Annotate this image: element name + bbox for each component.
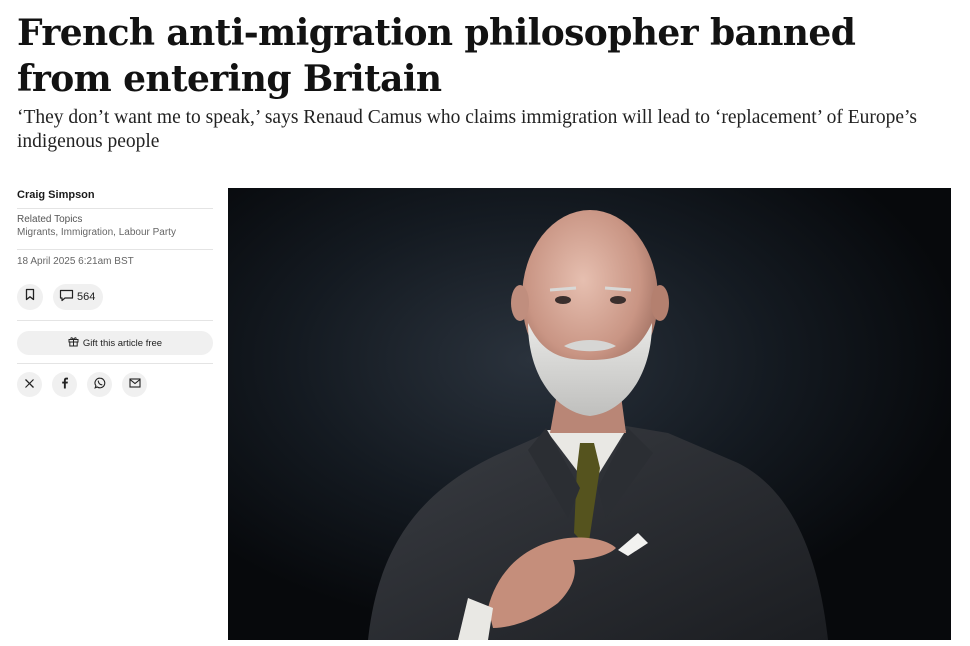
related-topics-links[interactable]: Migrants, Immigration, Labour Party (17, 226, 213, 239)
whatsapp-icon (93, 377, 106, 392)
bookmark-icon (24, 288, 36, 306)
article-actions: 564 (17, 284, 213, 321)
share-email-button[interactable] (122, 372, 147, 397)
comment-count: 564 (77, 291, 96, 303)
portrait-photo (228, 188, 951, 640)
comment-icon (59, 289, 74, 305)
email-icon (128, 378, 141, 391)
share-whatsapp-button[interactable] (87, 372, 112, 397)
share-buttons (17, 364, 213, 397)
article-standfirst: ‘They don’t want me to speak,’ says Rena… (17, 107, 918, 152)
hero-photo (228, 188, 951, 640)
gift-article-button[interactable]: Gift this article free (17, 331, 213, 355)
comments-button[interactable]: 564 (53, 284, 104, 310)
author-name[interactable]: Craig Simpson (17, 186, 213, 209)
x-icon (24, 378, 35, 392)
article-headline: French anti-migration philosopher banned… (17, 12, 856, 100)
publish-date: 18 April 2025 6:21am BST (17, 256, 134, 267)
related-topics-heading: Related Topics (17, 214, 83, 225)
gift-row: Gift this article free (17, 321, 213, 364)
gift-icon (68, 336, 79, 350)
share-x-button[interactable] (17, 372, 42, 397)
share-facebook-button[interactable] (52, 372, 77, 397)
facebook-icon (60, 377, 69, 392)
bookmark-button[interactable] (17, 284, 43, 310)
related-topics: Related Topics Migrants, Immigration, La… (17, 209, 213, 250)
article-sidebar: Craig Simpson Related Topics Migrants, I… (17, 186, 213, 397)
gift-label: Gift this article free (82, 337, 163, 349)
